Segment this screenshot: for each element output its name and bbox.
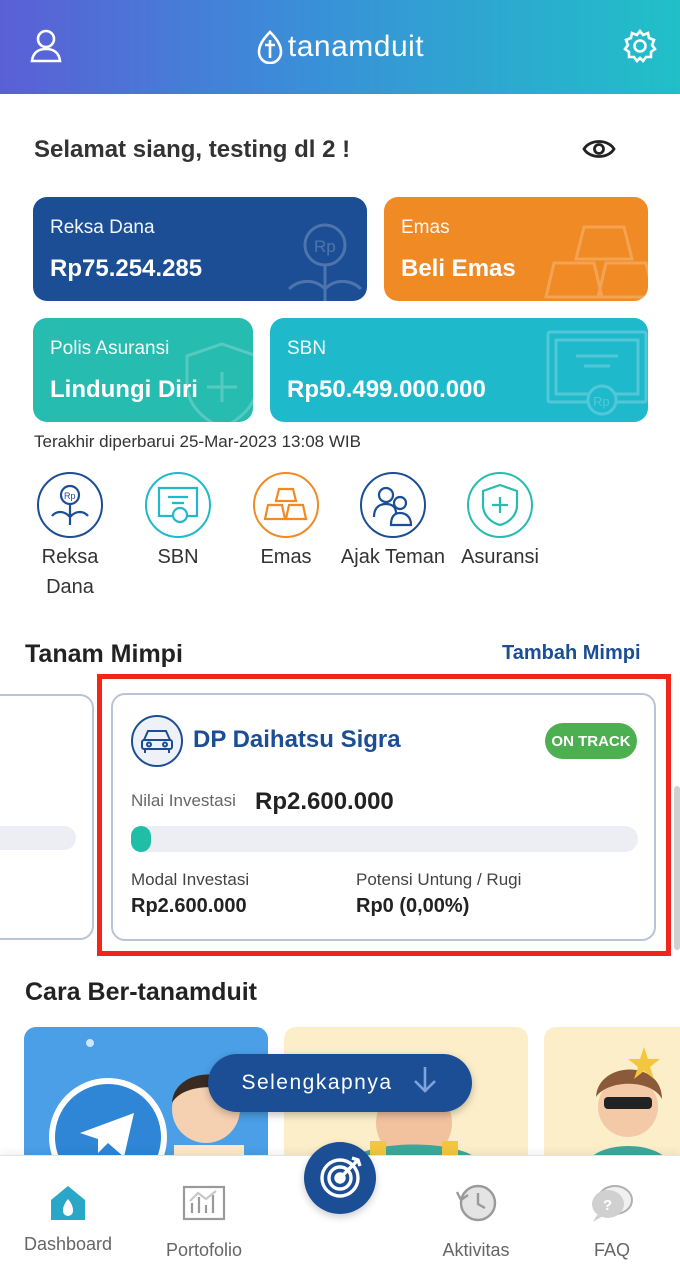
tambah-mimpi-link[interactable]: Tambah Mimpi — [502, 642, 641, 665]
sbn-label: SBN — [287, 338, 327, 359]
emas-value: Beli Emas — [401, 255, 516, 282]
quick-menu-emas[interactable]: Emas — [232, 472, 340, 572]
dream-card[interactable]: DP Daihatsu Sigra ON TRACK Nilai Investa… — [111, 693, 656, 941]
chart-icon — [136, 1182, 272, 1224]
svg-text:Rp: Rp — [314, 237, 336, 256]
promo-card-3[interactable] — [544, 1027, 680, 1167]
car-icon — [131, 715, 183, 767]
reksa-dana-label: Reksa Dana — [50, 217, 155, 238]
modal-investasi-label: Modal Investasi — [131, 870, 250, 889]
polis-asuransi-value: Lindungi Diri — [50, 376, 198, 403]
gold-bars-icon — [253, 472, 319, 538]
people-icon — [360, 472, 426, 538]
certificate-icon — [145, 472, 211, 538]
quick-menu-sbn[interactable]: SBN — [124, 472, 232, 572]
quick-menu-label: Reksa Dana — [41, 546, 99, 598]
nav-label: Dashboard — [23, 1234, 113, 1254]
quick-menu-label: SBN — [157, 546, 199, 568]
previous-dream-progress — [0, 826, 76, 850]
reksa-dana-value: Rp75.254.285 — [50, 255, 203, 282]
nilai-investasi-value: Rp2.600.000 — [255, 788, 394, 815]
previous-dream-card[interactable] — [0, 694, 94, 940]
plant-coin-icon: Rp — [37, 472, 103, 538]
emas-card[interactable]: Emas Beli Emas — [384, 197, 648, 301]
sbn-value: Rp50.499.000.000 — [287, 376, 486, 403]
quick-menu-ajak-teman[interactable]: Ajak Teman — [339, 472, 447, 572]
svg-text:Rp: Rp — [64, 491, 76, 501]
polis-asuransi-label: Polis Asuransi — [50, 338, 170, 359]
brand-name: tanamduit — [287, 30, 425, 63]
target-icon[interactable] — [304, 1142, 376, 1214]
quick-menu-asuransi[interactable]: Asuransi — [446, 472, 554, 572]
progress-fill — [131, 826, 152, 852]
cara-title: Cara Ber-tanamduit — [25, 978, 257, 1006]
history-icon — [408, 1182, 544, 1224]
nav-portofolio[interactable]: Portofolio — [136, 1182, 272, 1261]
modal-investasi-value: Rp2.600.000 — [131, 895, 247, 917]
plant-coin-icon: Rp — [287, 223, 363, 301]
emas-label: Emas — [401, 217, 450, 238]
gear-icon[interactable] — [620, 26, 660, 66]
quick-menu-label: Emas — [260, 546, 312, 568]
brand-logo: tanamduit — [0, 30, 680, 64]
potensi-value: Rp0 (0,00%) — [356, 895, 470, 917]
nav-aktivitas[interactable]: Aktivitas — [408, 1182, 544, 1261]
polis-asuransi-card[interactable]: Polis Asuransi Lindungi Diri — [33, 318, 253, 422]
nav-label: Aktivitas — [442, 1240, 510, 1260]
scrollbar[interactable] — [674, 786, 680, 950]
promo-illustration — [584, 1047, 672, 1167]
faq-icon: ? — [544, 1182, 680, 1224]
shield-plus-icon — [467, 472, 533, 538]
nav-label: Portofolio — [165, 1240, 243, 1260]
arrow-down-icon — [411, 1065, 439, 1101]
tanam-mimpi-title: Tanam Mimpi — [25, 640, 183, 668]
home-icon — [0, 1182, 136, 1224]
quick-menu-label: Ajak Teman — [340, 546, 446, 568]
nav-faq[interactable]: ? FAQ — [544, 1182, 680, 1261]
status-badge: ON TRACK — [545, 723, 637, 759]
svg-text:?: ? — [603, 1197, 612, 1214]
reksa-dana-card[interactable]: Rp Reksa Dana Rp75.254.285 — [33, 197, 367, 301]
quick-menu-label: Asuransi — [461, 546, 539, 568]
nav-label: FAQ — [593, 1240, 630, 1260]
sbn-card[interactable]: Rp SBN Rp50.499.000.000 — [270, 318, 648, 422]
nav-dashboard[interactable]: Dashboard — [0, 1182, 136, 1255]
nilai-investasi-label: Nilai Investasi — [131, 791, 236, 810]
svg-text:Rp: Rp — [593, 394, 610, 409]
dream-title: DP Daihatsu Sigra — [193, 726, 401, 753]
last-updated-text: Terakhir diperbarui 25-Mar-2023 13:08 WI… — [34, 432, 361, 451]
bottom-navigation: Dashboard Portofolio Aktivitas ? FAQ — [0, 1142, 680, 1280]
eye-icon[interactable] — [582, 134, 616, 169]
potensi-label: Potensi Untung / Rugi — [356, 870, 522, 889]
quick-menu-reksa-dana[interactable]: Rp Reksa Dana — [16, 472, 124, 602]
app-header: tanamduit — [0, 0, 680, 94]
progress-bar — [131, 826, 638, 852]
selengkapnya-button[interactable]: Selengkapnya — [208, 1054, 472, 1112]
greeting-text: Selamat siang, testing dl 2 ! — [34, 136, 351, 163]
gold-bars-icon — [544, 225, 648, 299]
certificate-icon: Rp — [546, 330, 648, 416]
selengkapnya-label: Selengkapnya — [241, 1071, 393, 1094]
